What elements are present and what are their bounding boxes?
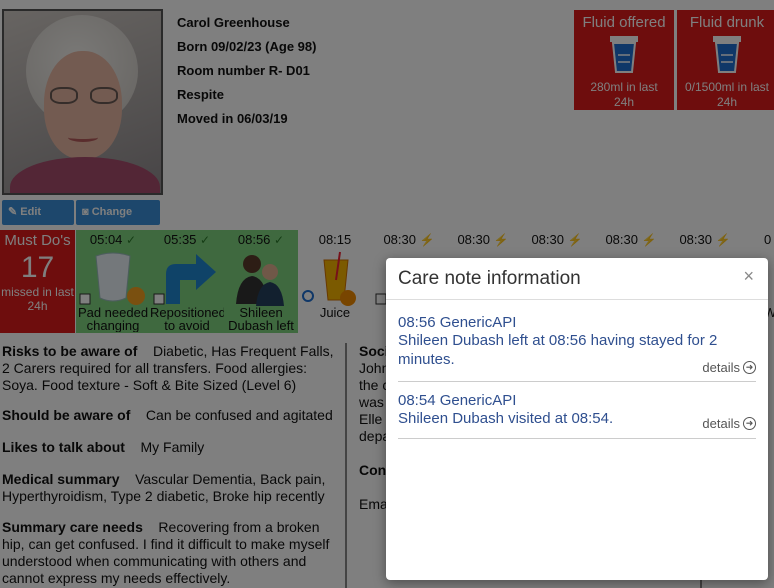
note-source: 08:56 GenericAPI bbox=[398, 314, 517, 331]
note-source: 08:54 GenericAPI bbox=[398, 392, 517, 409]
arrow-right-circle-icon: ➜ bbox=[743, 417, 756, 430]
care-note-modal: Care note information × 08:56 GenericAPI… bbox=[386, 258, 768, 580]
close-icon[interactable]: × bbox=[743, 266, 754, 287]
modal-title: Care note information bbox=[398, 268, 581, 289]
details-link[interactable]: details ➜ bbox=[702, 416, 756, 431]
details-link[interactable]: details ➜ bbox=[702, 360, 756, 375]
care-note: 08:56 GenericAPI Shileen Dubash left at … bbox=[398, 314, 756, 382]
care-note: 08:54 GenericAPI Shileen Dubash visited … bbox=[398, 392, 756, 439]
arrow-right-circle-icon: ➜ bbox=[743, 361, 756, 374]
